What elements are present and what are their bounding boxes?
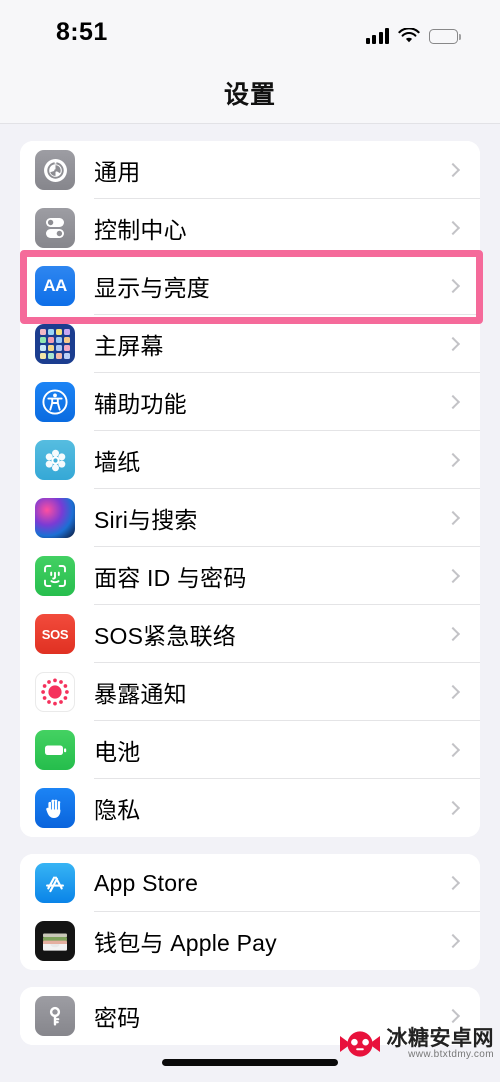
sidebar-item-app-store[interactable]: App Store: [20, 854, 480, 912]
wifi-icon: [398, 27, 420, 44]
sidebar-item-general[interactable]: 通用: [20, 141, 480, 199]
chevron-right-icon: [445, 875, 461, 891]
wallpaper-icon: [35, 440, 75, 480]
settings-group-1: 通用 控制中心 AA 显示与亮度 主屏幕 辅助功能 墙纸 Siri与搜索 面容 …: [20, 141, 480, 837]
watermark: 冰糖安卓网 www.btxtdmy.com: [338, 1028, 495, 1060]
sidebar-item-label: 密码: [94, 1005, 141, 1031]
exposure-notification-icon: [35, 672, 75, 712]
chevron-right-icon: [445, 742, 461, 758]
sidebar-item-label: App Store: [94, 869, 199, 896]
chevron-right-icon: [445, 800, 461, 816]
sidebar-item-label: 电池: [94, 739, 141, 765]
battery-icon: [35, 730, 75, 770]
sidebar-item-label: 墙纸: [94, 449, 141, 475]
sidebar-item-face-id-passcode[interactable]: 面容 ID 与密码: [20, 547, 480, 605]
sidebar-item-home-screen[interactable]: 主屏幕: [20, 315, 480, 373]
chevron-right-icon: [445, 278, 461, 294]
control-center-icon: [35, 208, 75, 248]
chevron-right-icon: [445, 626, 461, 642]
sidebar-item-label: 控制中心: [94, 217, 187, 243]
page-title: 设置: [223, 80, 276, 109]
face-id-icon: [35, 556, 75, 596]
status-bar-indicators: [365, 22, 461, 44]
chevron-right-icon: [445, 684, 461, 700]
watermark-url: www.btxtdmy.com: [408, 1048, 494, 1060]
chevron-right-icon: [445, 220, 461, 236]
chevron-right-icon: [445, 452, 461, 468]
privacy-hand-icon: [35, 788, 75, 828]
accessibility-icon: [35, 382, 75, 422]
sidebar-item-label: 暴露通知: [94, 681, 187, 707]
home-indicator-bar[interactable]: [162, 1059, 338, 1066]
sidebar-item-label: 辅助功能: [94, 391, 187, 417]
wallet-icon: [35, 921, 75, 961]
cellular-bars-icon: [365, 28, 389, 44]
chevron-right-icon: [445, 568, 461, 584]
sidebar-item-exposure-notifications[interactable]: 暴露通知: [20, 663, 480, 721]
chevron-right-icon: [445, 162, 461, 178]
sidebar-item-accessibility[interactable]: 辅助功能: [20, 373, 480, 431]
sidebar-item-label: 钱包与 Apple Pay: [94, 930, 277, 956]
sidebar-item-wallet-apple-pay[interactable]: 钱包与 Apple Pay: [20, 912, 480, 970]
sidebar-item-battery[interactable]: 电池: [20, 721, 480, 779]
chevron-right-icon: [445, 933, 461, 949]
siri-icon: [35, 498, 75, 538]
sidebar-item-label: 主屏幕: [94, 333, 164, 359]
app-store-icon: [35, 863, 75, 903]
sidebar-item-label: Siri与搜索: [94, 507, 198, 533]
emergency-sos-icon: SOS: [35, 614, 75, 654]
sidebar-item-privacy[interactable]: 隐私: [20, 779, 480, 837]
settings-scroll-view[interactable]: 通用 控制中心 AA 显示与亮度 主屏幕 辅助功能 墙纸 Siri与搜索 面容 …: [0, 141, 500, 1045]
sidebar-item-label: 隐私: [94, 797, 141, 823]
home-screen-icon: [35, 324, 75, 364]
chevron-right-icon: [445, 394, 461, 410]
sidebar-item-label: 显示与亮度: [94, 275, 210, 301]
battery-full-icon: [429, 29, 461, 44]
iphone-settings-screen: 8:51 设置 通用 控制中心 AA 显示与亮度 主屏幕 辅助功能 墙纸 Sir…: [0, 0, 500, 1082]
status-bar-time: 8:51: [56, 18, 108, 46]
chevron-right-icon: [445, 510, 461, 526]
gear-icon: [35, 150, 75, 190]
status-bar: 8:51: [0, 0, 500, 62]
sidebar-item-siri-search[interactable]: Siri与搜索: [20, 489, 480, 547]
watermark-site-name: 冰糖安卓网: [386, 1027, 494, 1051]
sidebar-item-wallpaper[interactable]: 墙纸: [20, 431, 480, 489]
passwords-key-icon: [35, 996, 75, 1036]
display-brightness-aa-icon: AA: [35, 266, 75, 306]
chevron-right-icon: [445, 1008, 461, 1024]
sidebar-item-emergency-sos[interactable]: SOS SOS紧急联络: [20, 605, 480, 663]
sidebar-item-label: 面容 ID 与密码: [94, 565, 247, 591]
candy-logo-icon: [338, 1029, 382, 1059]
sidebar-item-label: 通用: [94, 159, 141, 185]
chevron-right-icon: [445, 336, 461, 352]
sidebar-item-control-center[interactable]: 控制中心: [20, 199, 480, 257]
navigation-bar: 设置: [0, 62, 500, 124]
settings-group-2: App Store 钱包与 Apple Pay: [20, 854, 480, 970]
sidebar-item-label: SOS紧急联络: [94, 623, 236, 649]
sidebar-item-display-brightness[interactable]: AA 显示与亮度: [20, 257, 480, 315]
